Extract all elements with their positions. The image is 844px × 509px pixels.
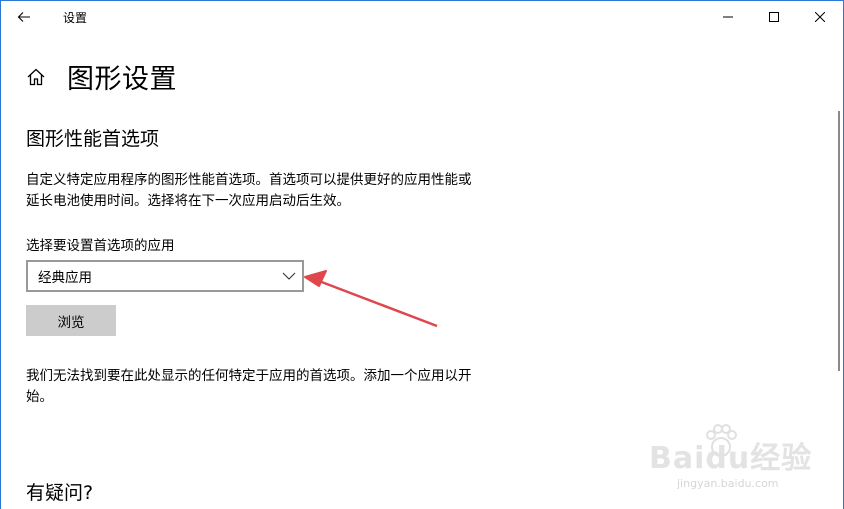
page-header: 图形设置: [25, 57, 177, 96]
vertical-scrollbar[interactable]: [838, 111, 840, 371]
help-heading: 有疑问?: [26, 482, 94, 504]
app-picker-label: 选择要设置首选项的应用: [26, 238, 175, 254]
back-arrow-icon: [17, 12, 30, 22]
close-button[interactable]: [797, 1, 843, 33]
window-title: 设置: [63, 10, 88, 25]
dropdown-selected-value: 经典应用: [38, 270, 92, 286]
section-description: 自定义特定应用程序的图形性能首选项。首选项可以提供更好的应用性能或延长电池使用时…: [26, 172, 472, 209]
page-title: 图形设置: [67, 64, 177, 95]
browse-button[interactable]: 浏览: [26, 305, 116, 336]
settings-window: 设置 图形设置 图形性能首选项 自定义特定应用程序的图形性能首选项。首选项可以提…: [0, 0, 844, 509]
maximize-icon: [769, 12, 779, 22]
watermark-brand: Baidu经验: [649, 441, 813, 476]
home-icon: [27, 68, 45, 85]
home-button[interactable]: [25, 66, 47, 88]
section-title: 图形性能首选项: [26, 128, 160, 150]
minimize-button[interactable]: [705, 1, 751, 33]
window-controls: [705, 1, 843, 33]
title-bar: 设置: [1, 1, 843, 33]
close-icon: [815, 12, 825, 22]
app-type-dropdown[interactable]: 经典应用: [26, 260, 304, 292]
maximize-button[interactable]: [751, 1, 797, 33]
paw-logo-icon: [706, 424, 737, 457]
back-button[interactable]: [1, 1, 47, 33]
minimize-icon: [723, 16, 733, 18]
chevron-down-icon: [276, 272, 302, 280]
baidu-watermark: Baidu经验 jingyan.baidu.com: [641, 421, 821, 501]
empty-state-message: 我们无法找到要在此处显示的任何特定于应用的首选项。添加一个应用以开始。: [26, 368, 472, 405]
watermark-url: jingyan.baidu.com: [677, 477, 779, 490]
